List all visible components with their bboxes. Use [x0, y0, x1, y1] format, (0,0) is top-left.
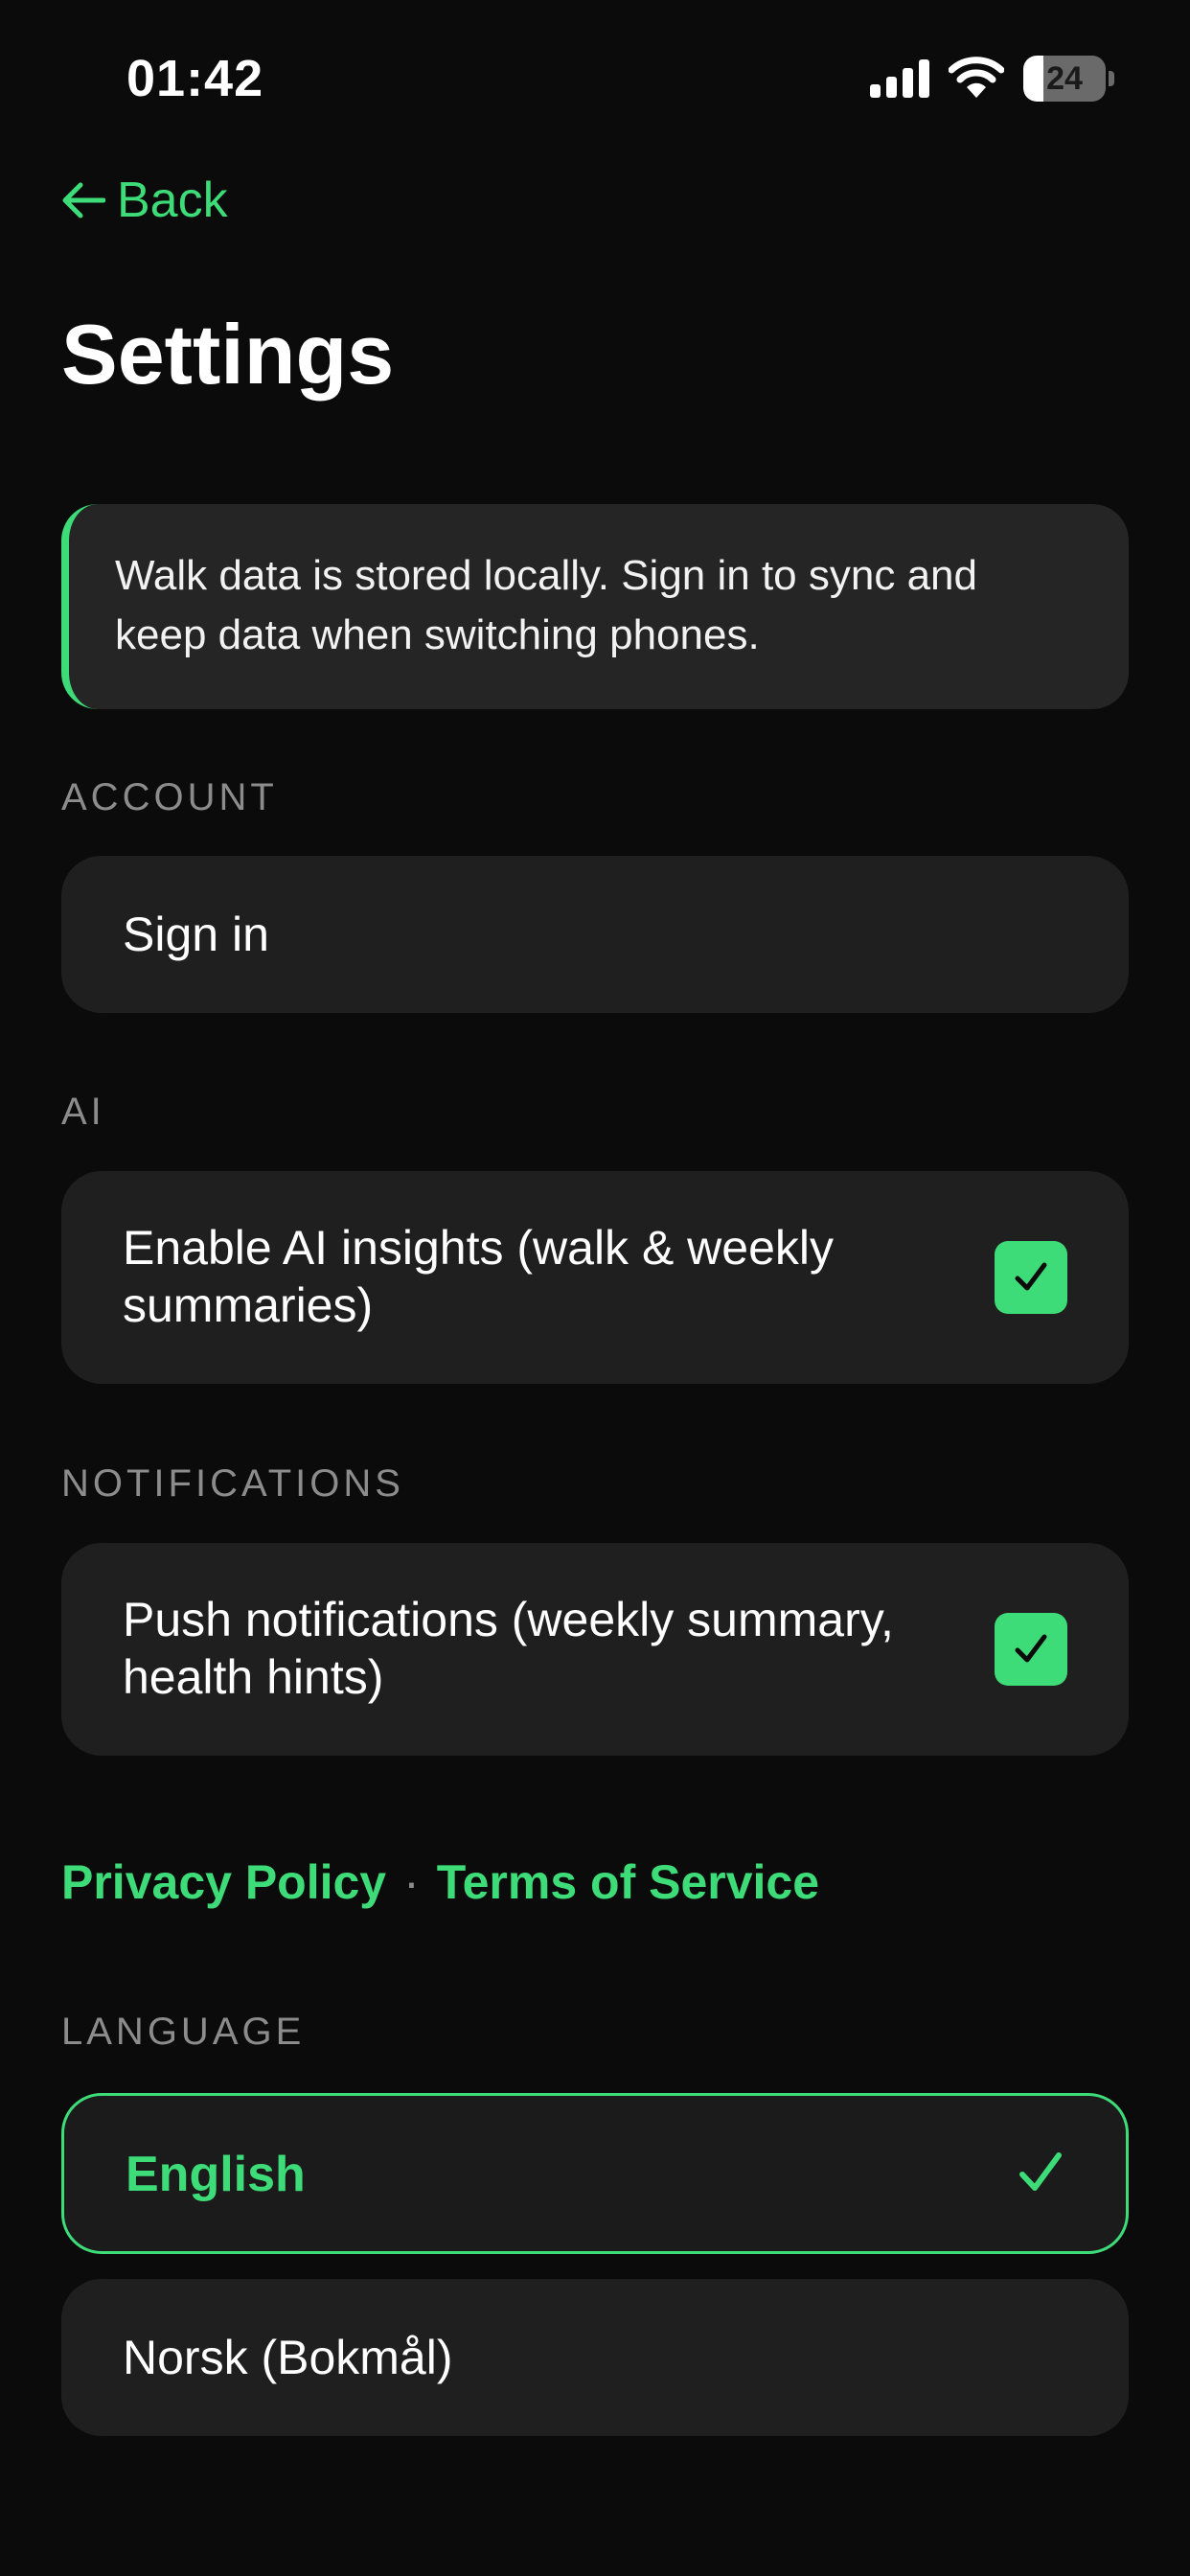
signal-icon — [870, 59, 929, 98]
section-label-notifications: NOTIFICATIONS — [61, 1462, 404, 1505]
status-time: 01:42 — [126, 50, 264, 107]
push-notifications-label: Push notifications (weekly summary, heal… — [123, 1593, 894, 1704]
battery-level: 24 — [1046, 60, 1083, 97]
terms-of-service-link[interactable]: Terms of Service — [437, 1854, 819, 1910]
language-option-label: English — [126, 2147, 306, 2202]
info-banner: Walk data is stored locally. Sign in to … — [61, 504, 1129, 709]
push-notifications-checkbox[interactable] — [995, 1613, 1067, 1686]
privacy-policy-link[interactable]: Privacy Policy — [61, 1854, 386, 1910]
legal-links: Privacy Policy · Terms of Service — [61, 1852, 819, 1913]
language-option-english[interactable]: English — [61, 2093, 1129, 2254]
ai-insights-row[interactable]: Enable AI insights (walk & weekly summar… — [61, 1171, 1129, 1384]
selected-check-icon — [1019, 2152, 1062, 2191]
wifi-icon — [949, 57, 1004, 98]
page-title: Settings — [61, 307, 395, 402]
checkmark-icon — [1015, 1262, 1047, 1291]
section-label-language: LANGUAGE — [61, 2011, 306, 2053]
checkmark-icon — [1015, 1634, 1047, 1663]
sign-in-label: Sign in — [123, 908, 269, 961]
language-option-label: Norsk (Bokmål) — [123, 2331, 453, 2384]
link-separator: · — [403, 1855, 420, 1909]
ai-insights-checkbox[interactable] — [995, 1241, 1067, 1314]
section-label-ai: AI — [61, 1091, 105, 1133]
battery-icon: 24 — [1023, 56, 1117, 102]
info-banner-text: Walk data is stored locally. Sign in to … — [115, 552, 977, 658]
back-label: Back — [117, 172, 228, 228]
section-label-account: ACCOUNT — [61, 776, 278, 818]
push-notifications-row[interactable]: Push notifications (weekly summary, heal… — [61, 1543, 1129, 1756]
language-option-norsk[interactable]: Norsk (Bokmål) — [61, 2279, 1129, 2436]
back-button[interactable]: Back — [61, 169, 228, 232]
ai-insights-label: Enable AI insights (walk & weekly summar… — [123, 1221, 835, 1332]
sign-in-button[interactable]: Sign in — [61, 856, 1129, 1013]
arrow-left-icon — [62, 182, 105, 218]
